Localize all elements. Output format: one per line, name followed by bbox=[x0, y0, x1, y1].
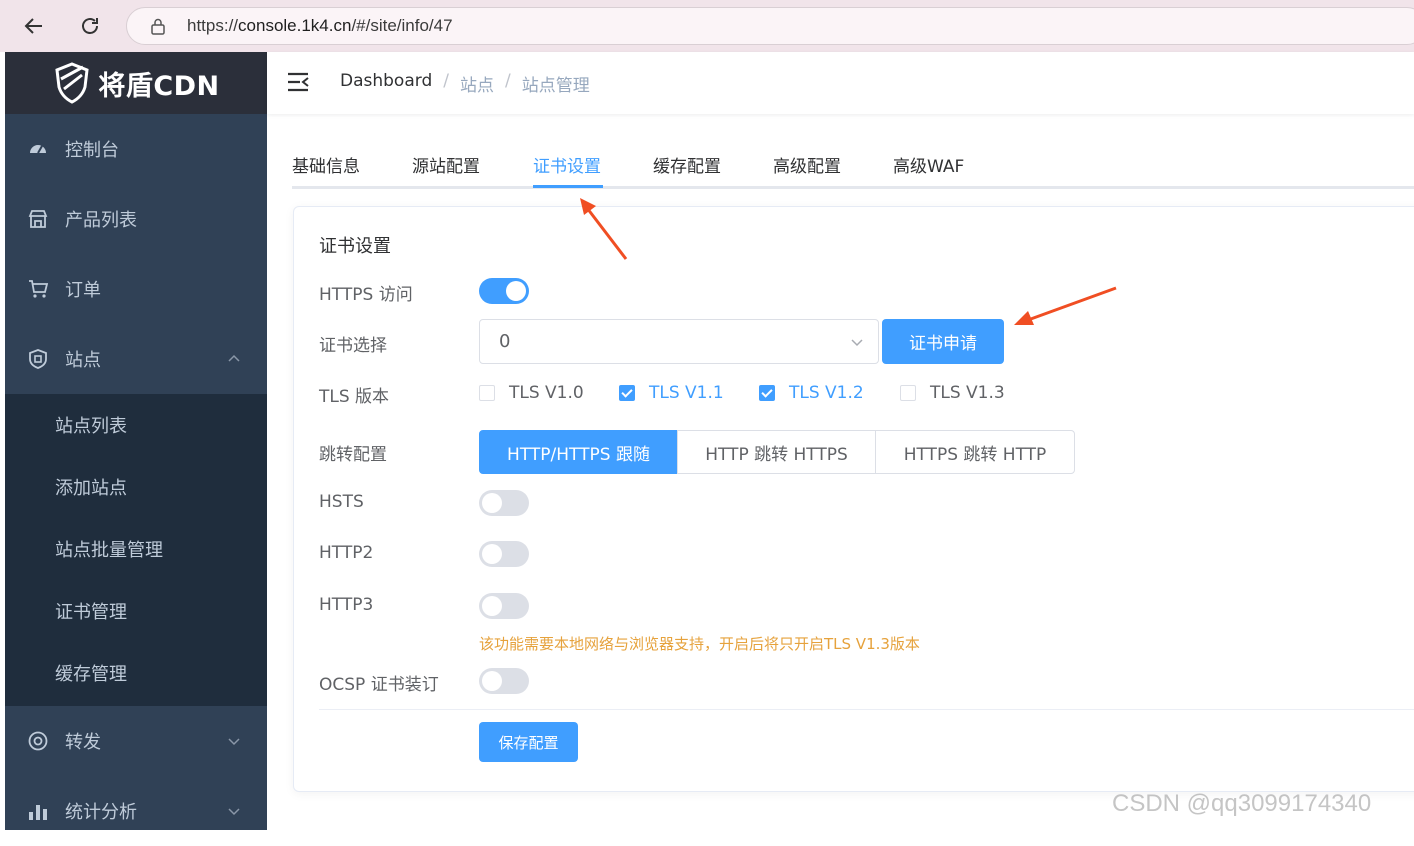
http3-label: HTTP3 bbox=[319, 595, 374, 615]
tls-v11-checkbox[interactable]: TLS V1.1 bbox=[619, 382, 724, 404]
sidebar-item-orders[interactable]: 订单 bbox=[5, 254, 267, 324]
chevron-down-icon bbox=[228, 738, 240, 746]
tls-label: TLS 版本 bbox=[319, 387, 390, 407]
redirect-https-to-http-button[interactable]: HTTPS 跳转 HTTP bbox=[875, 430, 1075, 474]
chevron-up-icon bbox=[228, 354, 240, 362]
sidebar-item-forward[interactable]: 转发 bbox=[5, 706, 267, 776]
cert-select[interactable]: 0 bbox=[479, 319, 879, 364]
checkbox-box[interactable] bbox=[759, 385, 775, 401]
cert-select-label: 证书选择 bbox=[319, 336, 387, 356]
top-header: Dashboard / 站点 / 站点管理 bbox=[267, 52, 1414, 114]
watermark: CSDN @qq3099174340 bbox=[1112, 790, 1372, 817]
browser-toolbar: https://console.1k4.cn/#/site/info/47 bbox=[0, 0, 1414, 52]
submenu-item-cert-manage[interactable]: 证书管理 bbox=[5, 580, 267, 642]
tls-v10-checkbox[interactable]: TLS V1.0 bbox=[479, 382, 584, 404]
tab-basic-info[interactable]: 基础信息 bbox=[292, 152, 360, 177]
https-switch[interactable] bbox=[479, 278, 529, 304]
chevron-down-icon bbox=[851, 339, 863, 347]
breadcrumb-sites: 站点 bbox=[459, 76, 494, 96]
http3-warning-text: 该功能需要本地网络与浏览器支持，开启后将只开启TLS V1.3版本 bbox=[479, 635, 920, 653]
settings-tabs: 基础信息 源站配置 证书设置 缓存配置 高级配置 高级WAF bbox=[292, 140, 1414, 189]
tls-v13-checkbox[interactable]: TLS V1.3 bbox=[900, 382, 1005, 404]
submenu-item-cache-manage[interactable]: 缓存管理 bbox=[5, 642, 267, 704]
submenu-item-site-list[interactable]: 站点列表 bbox=[5, 394, 267, 456]
sidebar-item-label: 订单 bbox=[65, 280, 101, 301]
http2-label: HTTP2 bbox=[319, 543, 374, 563]
logo[interactable]: 将盾CDN bbox=[5, 52, 267, 114]
hsts-label: HSTS bbox=[319, 492, 364, 512]
redirect-follow-button[interactable]: HTTP/HTTPS 跟随 bbox=[479, 430, 678, 474]
shield-icon bbox=[29, 349, 47, 369]
sidebar-item-console[interactable]: 控制台 bbox=[5, 114, 267, 184]
bar-chart-icon bbox=[29, 805, 47, 820]
sidebar-item-label: 站点 bbox=[65, 350, 101, 371]
forward-icon bbox=[28, 731, 48, 751]
site-submenu: 站点列表 添加站点 站点批量管理 证书管理 缓存管理 bbox=[5, 394, 267, 706]
hsts-switch[interactable] bbox=[479, 490, 529, 516]
breadcrumb-dashboard[interactable]: Dashboard bbox=[340, 71, 432, 96]
shield-logo-icon bbox=[55, 62, 89, 104]
redirect-http-to-https-button[interactable]: HTTP 跳转 HTTPS bbox=[677, 430, 876, 474]
tls-v12-checkbox[interactable]: TLS V1.2 bbox=[759, 382, 864, 404]
redirect-label: 跳转配置 bbox=[319, 445, 387, 465]
back-button[interactable] bbox=[18, 10, 50, 42]
tab-origin-config[interactable]: 源站配置 bbox=[412, 152, 480, 177]
submenu-item-batch-manage[interactable]: 站点批量管理 bbox=[5, 518, 267, 580]
sidebar-item-products[interactable]: 产品列表 bbox=[5, 184, 267, 254]
annotation-arrow-icon bbox=[1014, 286, 1117, 325]
dashboard-icon bbox=[30, 145, 46, 154]
cert-apply-button[interactable]: 证书申请 bbox=[882, 319, 1004, 364]
sidebar-item-label: 转发 bbox=[65, 732, 101, 753]
breadcrumb-site-manage: 站点管理 bbox=[521, 76, 590, 96]
sidebar-item-label: 统计分析 bbox=[65, 802, 137, 823]
store-icon bbox=[28, 210, 48, 228]
reload-button[interactable] bbox=[74, 10, 106, 42]
breadcrumb: Dashboard / 站点 / 站点管理 bbox=[340, 71, 590, 96]
annotation-arrow-icon bbox=[580, 198, 628, 260]
submenu-item-add-site[interactable]: 添加站点 bbox=[5, 456, 267, 518]
checkbox-box[interactable] bbox=[900, 385, 916, 401]
back-arrow-icon bbox=[24, 18, 42, 34]
tab-advanced-waf[interactable]: 高级WAF bbox=[893, 152, 964, 177]
active-tab-indicator bbox=[533, 185, 603, 188]
logo-text: 将盾CDN bbox=[98, 70, 220, 102]
sidebar: 将盾CDN 控制台 产品列表 订单 站点 站点列表 添加站点 站点批量管理 证书… bbox=[5, 52, 267, 830]
lock-icon bbox=[151, 18, 165, 35]
url-text: https://console.1k4.cn/#/site/info/47 bbox=[187, 16, 453, 35]
sidebar-item-sites[interactable]: 站点 bbox=[5, 324, 267, 394]
sidebar-item-stats[interactable]: 统计分析 bbox=[5, 776, 267, 846]
reload-icon bbox=[82, 18, 98, 34]
redirect-radio-group: HTTP/HTTPS 跟随 HTTP 跳转 HTTPS HTTPS 跳转 HTT… bbox=[479, 430, 1075, 474]
tab-cache-config[interactable]: 缓存配置 bbox=[653, 152, 721, 177]
http2-switch[interactable] bbox=[479, 541, 529, 567]
tab-advanced-config[interactable]: 高级配置 bbox=[773, 152, 841, 177]
checkbox-box[interactable] bbox=[619, 385, 635, 401]
cert-settings-card bbox=[293, 206, 1414, 792]
ocsp-switch[interactable] bbox=[479, 668, 529, 694]
cart-icon bbox=[29, 280, 49, 298]
save-config-button[interactable]: 保存配置 bbox=[479, 722, 578, 762]
tab-cert-settings[interactable]: 证书设置 bbox=[533, 152, 601, 177]
cert-select-value: 0 bbox=[499, 331, 511, 352]
ocsp-label: OCSP 证书装订 bbox=[319, 675, 439, 695]
address-bar[interactable]: https://console.1k4.cn/#/site/info/47 bbox=[126, 7, 1414, 45]
https-label: HTTPS 访问 bbox=[319, 285, 413, 305]
form-divider bbox=[319, 709, 1414, 710]
menu-fold-icon[interactable] bbox=[287, 72, 309, 92]
http3-switch[interactable] bbox=[479, 593, 529, 619]
sidebar-item-label: 产品列表 bbox=[65, 210, 137, 231]
checkbox-box[interactable] bbox=[479, 385, 495, 401]
chevron-down-icon bbox=[228, 808, 240, 816]
card-title: 证书设置 bbox=[319, 236, 391, 257]
sidebar-item-label: 控制台 bbox=[65, 140, 119, 161]
